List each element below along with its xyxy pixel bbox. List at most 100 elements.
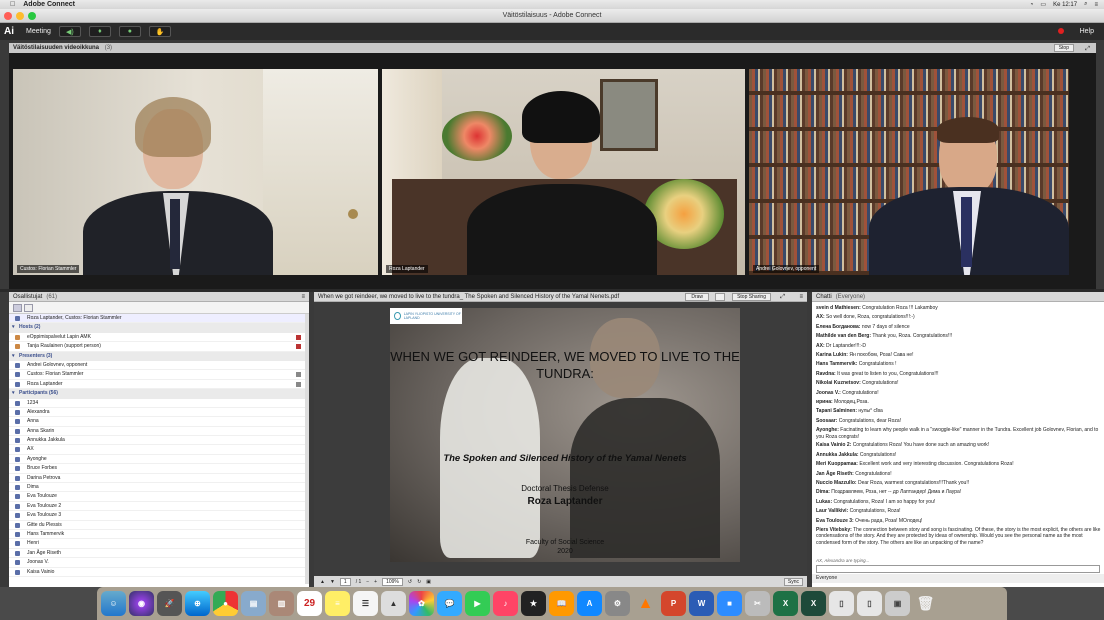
- list-item[interactable]: Andrei Golovnev, opponent: [9, 361, 309, 371]
- video-feed-1[interactable]: Custos: Florian Stammler: [13, 69, 378, 275]
- video-feed-3[interactable]: Andrei Golovnev, opponent: [749, 69, 1069, 275]
- meeting-menu[interactable]: Meeting: [26, 28, 51, 35]
- microphone-button[interactable]: ♦: [88, 26, 111, 37]
- launchpad-icon[interactable]: 🚀: [157, 591, 182, 616]
- list-item[interactable]: Ayonghe: [9, 455, 309, 465]
- books-icon[interactable]: 📖: [549, 591, 574, 616]
- search-icon[interactable]: ⌕: [1084, 1, 1087, 8]
- excel-icon[interactable]: X: [773, 591, 798, 616]
- list-item[interactable]: Henri: [9, 539, 309, 549]
- draw-button[interactable]: Draw: [685, 293, 709, 301]
- list-item[interactable]: AX: [9, 445, 309, 455]
- list-item[interactable]: eOppimispalvelut Lapin AMK: [9, 333, 309, 343]
- list-item[interactable]: Alexandra: [9, 408, 309, 418]
- trash-icon[interactable]: 🗑: [913, 591, 938, 616]
- fullscreen-icon[interactable]: ⤢: [780, 292, 785, 301]
- list-item[interactable]: Anna Skarin: [9, 427, 309, 437]
- chat-input[interactable]: [816, 565, 1100, 573]
- page-number-input[interactable]: 1: [339, 577, 351, 586]
- messages-icon[interactable]: 💬: [437, 591, 462, 616]
- next-page-icon[interactable]: ▼: [330, 579, 335, 585]
- list-item[interactable]: Eva Toulouze: [9, 492, 309, 502]
- music-icon[interactable]: ♪: [493, 591, 518, 616]
- app-store-icon[interactable]: A: [577, 591, 602, 616]
- webcam-button[interactable]: ●: [118, 26, 141, 37]
- wifi-icon[interactable]: ◔: [1030, 2, 1034, 8]
- list-view-icon[interactable]: [13, 304, 22, 312]
- menubar-clock[interactable]: Ke 12:17: [1053, 2, 1077, 8]
- system-preferences-icon[interactable]: ⚙: [605, 591, 630, 616]
- rotate-right-icon[interactable]: ↻: [417, 579, 421, 585]
- list-item[interactable]: Anna: [9, 417, 309, 427]
- preview-icon[interactable]: ▤: [241, 591, 266, 616]
- status-view-icon[interactable]: [24, 304, 33, 312]
- list-item[interactable]: Annukka Jakkula: [9, 436, 309, 446]
- list-item[interactable]: Jan Åge Riseth: [9, 549, 309, 559]
- list-item[interactable]: Joonas V.: [9, 558, 309, 568]
- safari-icon[interactable]: ⊕: [185, 591, 210, 616]
- chat-recipient-select[interactable]: Everyone: [812, 574, 1104, 583]
- zoom-select[interactable]: 109%: [382, 577, 403, 586]
- contacts-icon[interactable]: ▥: [269, 591, 294, 616]
- list-item[interactable]: Eva Toulouze 2: [9, 502, 309, 512]
- word-icon[interactable]: W: [689, 591, 714, 616]
- sync-button[interactable]: Sync: [783, 577, 803, 586]
- stop-sharing-button[interactable]: Stop Sharing: [732, 293, 771, 301]
- vlc-icon[interactable]: ▲: [633, 591, 658, 616]
- stop-video-button[interactable]: Stop: [1053, 44, 1074, 52]
- previous-page-icon[interactable]: ▲: [320, 579, 325, 585]
- pod-menu-icon[interactable]: ≡: [799, 292, 803, 301]
- chrome-icon[interactable]: ●: [213, 591, 238, 616]
- apple-icon[interactable]: : [10, 1, 15, 8]
- list-item[interactable]: Eva Toulouze 3: [9, 511, 309, 521]
- document-icon[interactable]: ▯: [829, 591, 854, 616]
- calendar-icon[interactable]: 29: [297, 591, 322, 616]
- pod-menu-icon[interactable]: ≡: [301, 292, 305, 302]
- battery-icon[interactable]: ▭: [1040, 1, 1046, 8]
- list-item[interactable]: Darina Petrova: [9, 474, 309, 484]
- minimize-window-button[interactable]: [16, 12, 24, 20]
- raise-hand-button[interactable]: ✋: [148, 26, 171, 37]
- list-item[interactable]: Hans Tammervik: [9, 530, 309, 540]
- annotate-icon[interactable]: [715, 293, 725, 301]
- facetime-icon[interactable]: ▶: [465, 591, 490, 616]
- excel-window-icon[interactable]: X: [801, 591, 826, 616]
- list-item[interactable]: Bruce Forbes: [9, 464, 309, 474]
- help-menu[interactable]: Help: [1080, 28, 1094, 35]
- list-item[interactable]: Roza Laptander: [9, 380, 309, 390]
- utility-icon[interactable]: ✂: [745, 591, 770, 616]
- zoom-in-icon[interactable]: +: [374, 579, 377, 585]
- finder-icon[interactable]: ☺: [101, 591, 126, 616]
- list-item[interactable]: 1234: [9, 399, 309, 408]
- zoom-window-button[interactable]: [28, 12, 36, 20]
- close-window-button[interactable]: [4, 12, 12, 20]
- zoom-app-icon[interactable]: ■: [717, 591, 742, 616]
- attendees-scrollbar[interactable]: [305, 314, 309, 584]
- fit-page-icon[interactable]: ▣: [426, 579, 431, 585]
- group-participants[interactable]: Participants (56): [9, 389, 309, 399]
- powerpoint-icon[interactable]: P: [661, 591, 686, 616]
- reminders-icon[interactable]: ☰: [353, 591, 378, 616]
- menubar-app-name[interactable]: Adobe Connect: [23, 1, 75, 8]
- rotate-left-icon[interactable]: ↺: [408, 579, 412, 585]
- photos-icon[interactable]: ✿: [409, 591, 434, 616]
- group-presenters[interactable]: Presenters (3): [9, 351, 309, 361]
- speaker-button[interactable]: ◀): [58, 26, 81, 37]
- group-hosts[interactable]: Hosts (2): [9, 323, 309, 333]
- list-item[interactable]: Kaisa Vainio: [9, 568, 309, 577]
- imovie-icon[interactable]: ★: [521, 591, 546, 616]
- list-item[interactable]: Custos: Florian Stammler: [9, 370, 309, 380]
- list-item[interactable]: Dima: [9, 483, 309, 493]
- control-center-icon[interactable]: ≡: [1094, 2, 1098, 8]
- document-icon[interactable]: ▯: [857, 591, 882, 616]
- zoom-out-icon[interactable]: −: [366, 579, 369, 585]
- maps-icon[interactable]: ▲: [381, 591, 406, 616]
- notes-icon[interactable]: ≡: [325, 591, 350, 616]
- screenshot-icon[interactable]: ▣: [885, 591, 910, 616]
- siri-icon[interactable]: ◉: [129, 591, 154, 616]
- recording-icon[interactable]: [1058, 28, 1064, 34]
- presentation-slide[interactable]: LAPIN YLIOPISTO UNIVERSITY OF LAPLAND WH…: [390, 308, 740, 562]
- list-item[interactable]: Tanja Raulainen (support person): [9, 342, 309, 352]
- video-feed-2[interactable]: Roza Laptander: [382, 69, 745, 275]
- list-item[interactable]: Gitte du Plessis: [9, 521, 309, 530]
